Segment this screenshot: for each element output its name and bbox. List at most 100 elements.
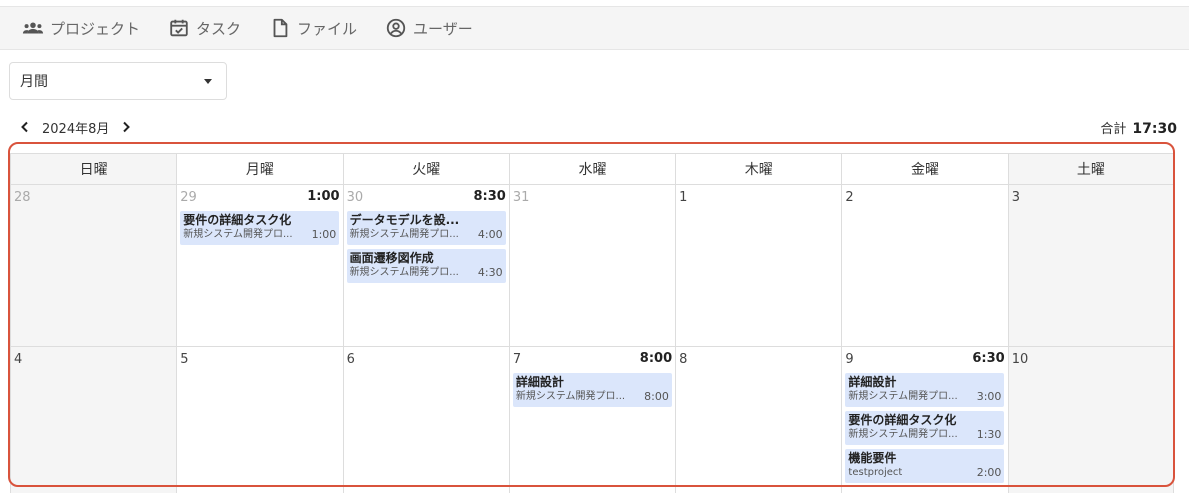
nav-projects[interactable]: プロジェクト bbox=[22, 17, 140, 39]
caret-down-icon bbox=[204, 79, 212, 84]
weekday-header-cell: 水曜 bbox=[508, 153, 676, 185]
event-meta: 新規システム開発プロ... 4:30 bbox=[350, 266, 503, 279]
weekday-header: 日曜 月曜 火曜 水曜 木曜 金曜 土曜 bbox=[10, 153, 1174, 185]
day-number: 8 bbox=[679, 352, 688, 367]
top-nav: プロジェクト タスク ファイル ユーザー bbox=[0, 6, 1189, 50]
month-calendar: 日曜 月曜 火曜 水曜 木曜 金曜 土曜 28 29 1:00 要件の詳細タスク化 新規システム開発… bbox=[10, 153, 1174, 493]
day-number: 4 bbox=[14, 352, 23, 367]
day-cell[interactable]: 2 bbox=[841, 185, 1008, 347]
day-cell[interactable]: 31 bbox=[508, 185, 676, 347]
event-card[interactable]: 要件の詳細タスク化 新規システム開発プロ... 1:00 bbox=[180, 211, 340, 245]
month-navigation: 2024年8月 bbox=[16, 116, 135, 138]
event-duration: 4:30 bbox=[477, 266, 503, 279]
total-value: 17:30 bbox=[1132, 121, 1177, 137]
event-duration: 1:30 bbox=[976, 428, 1002, 441]
event-card[interactable]: 画面遷移図作成新規システム開発プロ... 4:30 bbox=[346, 249, 506, 283]
event-card[interactable]: データモデルを設... 新規システム開発プロ... 4:00 bbox=[346, 211, 506, 245]
weekday-header-cell: 火曜 bbox=[342, 153, 509, 185]
event-title: 要件の詳細タスク化 bbox=[183, 213, 292, 227]
current-month-label: 2024年8月 bbox=[42, 121, 110, 137]
day-number: 6 bbox=[346, 352, 355, 367]
people-icon bbox=[22, 17, 44, 39]
calendar-check-icon bbox=[168, 17, 190, 39]
event-project: 新規システム開発プロ... bbox=[848, 391, 958, 402]
event-duration: 3:00 bbox=[976, 390, 1002, 403]
day-total-hours: 6:30 bbox=[972, 351, 1005, 366]
day-cell[interactable]: 10 bbox=[1007, 347, 1174, 493]
weekday-header-cell: 月曜 bbox=[176, 153, 343, 185]
day-number: 28 bbox=[14, 190, 31, 205]
total-label: 合計 bbox=[1100, 122, 1127, 137]
month-total: 合計 17:30 bbox=[1100, 118, 1177, 137]
weekday-header-cell: 土曜 bbox=[1007, 153, 1174, 185]
event-duration: 4:00 bbox=[477, 228, 503, 241]
event-duration: 8:00 bbox=[644, 390, 669, 403]
day-total-hours: 8:30 bbox=[473, 189, 506, 204]
day-cell[interactable]: 30 8:30 データモデルを設... 新規システム開発プロ... 4:00 画面遷移図作… bbox=[342, 185, 509, 347]
day-cell[interactable]: 7 8:00 詳細設計新規システム開発プロ... 8:00 bbox=[508, 347, 676, 493]
day-number: 2 bbox=[845, 190, 854, 205]
event-meta: 新規システム開発プロ... 1:00 bbox=[183, 228, 336, 241]
event-project: 新規システム開発プロ... bbox=[848, 429, 958, 440]
event-project: 新規システム開発プロ... bbox=[349, 229, 459, 240]
user-circle-icon bbox=[385, 17, 407, 39]
weekday-header-cell: 木曜 bbox=[675, 153, 842, 185]
event-duration: 2:00 bbox=[976, 466, 1002, 479]
nav-users-label: ユーザー bbox=[413, 19, 473, 38]
event-project: testproject bbox=[848, 467, 903, 478]
event-title: 機能要件 bbox=[848, 451, 897, 465]
week-row: 28 29 1:00 要件の詳細タスク化 新規システム開発プロ... 1:00 30 8:30… bbox=[10, 185, 1174, 347]
day-cell[interactable]: 8 bbox=[675, 347, 842, 493]
nav-files[interactable]: ファイル bbox=[269, 17, 357, 39]
nav-tasks-label: タスク bbox=[196, 19, 242, 38]
day-cell[interactable]: 1 bbox=[675, 185, 842, 347]
event-card[interactable]: 詳細設計新規システム開発プロ... 3:00 bbox=[845, 373, 1005, 407]
event-title: 要件の詳細タスク化 bbox=[848, 413, 957, 427]
day-total-hours: 1:00 bbox=[307, 189, 340, 204]
day-cell[interactable]: 6 bbox=[342, 347, 509, 493]
event-title: データモデルを設... bbox=[349, 213, 460, 227]
day-cell[interactable]: 5 bbox=[176, 347, 343, 493]
event-project: 新規システム開発プロ... bbox=[183, 229, 293, 240]
event-project: 新規システム開発プロ... bbox=[349, 267, 459, 278]
view-mode-select[interactable]: 月間 bbox=[9, 62, 227, 100]
nav-users[interactable]: ユーザー bbox=[385, 17, 473, 39]
day-number: 10 bbox=[1011, 352, 1029, 367]
event-duration: 1:00 bbox=[311, 228, 337, 241]
day-number: 30 bbox=[346, 190, 364, 205]
event-card[interactable]: 要件の詳細タスク化 新規システム開発プロ... 1:30 bbox=[845, 411, 1005, 445]
day-number: 5 bbox=[180, 352, 189, 367]
day-number: 9 bbox=[845, 352, 854, 367]
day-cell[interactable]: 3 bbox=[1007, 185, 1174, 347]
file-icon bbox=[269, 17, 291, 39]
chevron-left-icon[interactable] bbox=[16, 118, 34, 136]
event-meta: 新規システム開発プロ... 3:00 bbox=[848, 390, 1001, 403]
event-project: 新規システム開発プロ... bbox=[515, 391, 626, 402]
event-meta: 新規システム開発プロ... 1:30 bbox=[848, 428, 1001, 441]
day-number: 29 bbox=[180, 190, 197, 205]
event-meta: 新規システム開発プロ... 8:00 bbox=[516, 390, 669, 403]
nav-tasks[interactable]: タスク bbox=[168, 17, 241, 39]
weekday-header-cell: 金曜 bbox=[841, 153, 1008, 185]
day-number: 7 bbox=[512, 352, 522, 367]
event-card[interactable]: 詳細設計新規システム開発プロ... 8:00 bbox=[512, 373, 672, 407]
day-number: 1 bbox=[679, 190, 688, 205]
day-cell[interactable]: 9 6:30 詳細設計 新規システム開発プロ... 3:00 要件の詳細タスク化 新規システ… bbox=[841, 347, 1008, 493]
event-title: 詳細設計 bbox=[848, 375, 897, 389]
weekday-header-cell: 日曜 bbox=[10, 153, 177, 185]
day-total-hours: 8:00 bbox=[639, 351, 673, 366]
day-cell[interactable]: 4 bbox=[10, 347, 177, 493]
chevron-right-icon[interactable] bbox=[117, 118, 135, 136]
day-number: 3 bbox=[1011, 190, 1020, 205]
day-cell[interactable]: 28 bbox=[10, 185, 177, 347]
view-mode-value: 月間 bbox=[20, 74, 48, 90]
event-meta: testproject 2:00 bbox=[848, 466, 1001, 479]
event-card[interactable]: 機能要件 testproject 2:00 bbox=[845, 449, 1005, 483]
event-title: 詳細設計 bbox=[515, 375, 564, 389]
nav-files-label: ファイル bbox=[297, 19, 358, 38]
event-title: 画面遷移図作成 bbox=[349, 251, 434, 265]
nav-projects-label: プロジェクト bbox=[50, 19, 141, 38]
day-number: 31 bbox=[512, 190, 530, 205]
week-row: 4 5 6 7 8:00 詳細設計 新規システム開発プロ... 8:00 8 9 6:30 詳細設計新… bbox=[10, 347, 1174, 493]
day-cell[interactable]: 29 1:00 要件の詳細タスク化 新規システム開発プロ... 1:00 bbox=[176, 185, 343, 347]
